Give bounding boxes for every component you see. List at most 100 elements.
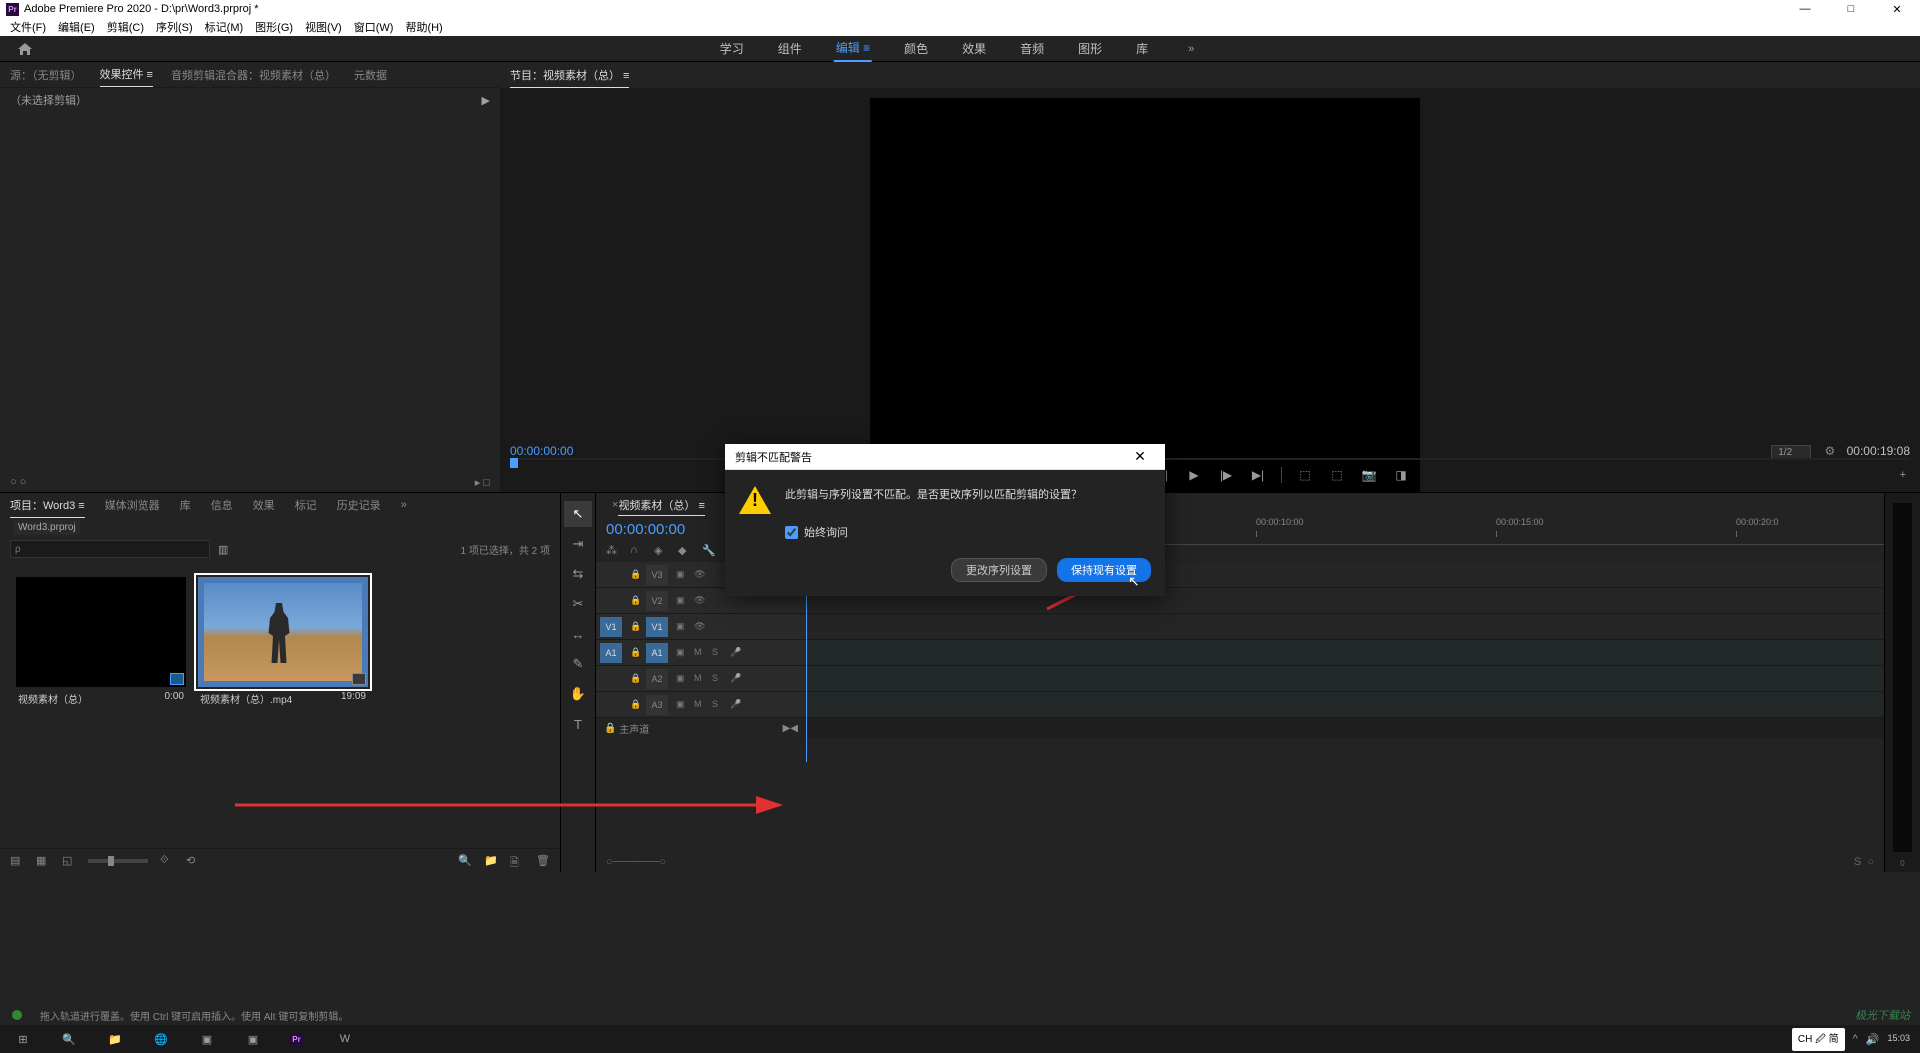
project-item-sequence[interactable]: 视频素材（总） 0:00 [16,577,186,710]
tray-volume-icon[interactable]: 🔊 [1866,1033,1880,1046]
home-button[interactable] [0,36,50,62]
selection-tool[interactable]: ↖ [564,501,592,527]
tab-history[interactable]: 历史记录 [337,493,381,517]
tab-markers[interactable]: 标记 [295,493,317,517]
project-filename[interactable]: Word3.prproj [14,520,80,535]
workspace-learning[interactable]: 学习 [718,36,746,61]
snap-button[interactable]: ⁂ [606,544,620,558]
track-head-a2[interactable]: 🔒 A2 ▣MS🎤 [596,666,806,692]
source-tools[interactable]: ▸ □ [475,476,490,489]
close-button[interactable]: ✕ [1874,0,1920,18]
step-fwd-button[interactable]: |▶ [1217,466,1235,484]
slip-tool[interactable]: ↔ [564,621,592,647]
linked-selection-button[interactable]: ∩ [630,544,644,558]
menu-sequence[interactable]: 序列(S) [150,19,199,35]
menu-graphics[interactable]: 图形(G) [249,19,299,35]
icon-view-button[interactable]: ▦ [36,854,50,868]
project-search-input[interactable] [10,540,210,558]
workspace-color[interactable]: 颜色 [902,36,930,61]
menu-window[interactable]: 窗口(W) [348,19,400,35]
button-editor[interactable]: + [1900,469,1906,481]
dialog-close-button[interactable]: ✕ [1125,448,1155,465]
export-frame-button[interactable]: 📷 [1360,466,1378,484]
program-timecode-current[interactable]: 00:00:00:00 [510,444,573,458]
new-bin-button[interactable]: 📁 [484,854,498,868]
maximize-button[interactable]: □ [1828,0,1874,18]
tab-audio-mixer[interactable]: 音频剪辑混合器：视频素材（总） [171,63,336,87]
track-head-v1[interactable]: V1🔒 V1 ▣👁 [596,614,806,640]
freeform-view-button[interactable]: ◱ [62,854,76,868]
ripple-edit-tool[interactable]: ⇆ [564,561,592,587]
menu-view[interactable]: 视图(V) [299,19,348,35]
delete-button[interactable]: 🗑 [536,854,550,868]
timeline-zoom-in[interactable]: ○ [1867,856,1874,868]
lift-button[interactable]: ⬚ [1296,466,1314,484]
tab-effect-controls[interactable]: 效果控件 ≡ [100,62,153,87]
program-settings-icon[interactable]: ⚙ [1824,444,1835,458]
track-lane-v1[interactable] [806,614,1884,640]
menu-clip[interactable]: 剪辑(C) [101,19,150,35]
pen-tool[interactable]: ✎ [564,651,592,677]
workspace-graphics[interactable]: 图形 [1076,36,1104,61]
minimize-button[interactable]: — [1782,0,1828,18]
razor-tool[interactable]: ✂ [564,591,592,617]
task-premiere[interactable]: Pr [276,1025,322,1053]
expand-icon[interactable]: ▶ [482,94,490,107]
task-word[interactable]: W [322,1025,368,1053]
track-lane-a3[interactable] [806,692,1884,718]
settings-button[interactable]: ◆ [678,544,692,558]
change-sequence-button[interactable]: 更改序列设置 [951,558,1047,582]
workspace-assembly[interactable]: 组件 [776,36,804,61]
play-button[interactable]: ▶ [1185,466,1203,484]
timeline-zoom-out[interactable]: S [1854,856,1861,868]
find-button[interactable]: 🔍 [458,854,472,868]
hand-tool[interactable]: ✋ [564,681,592,707]
new-item-button[interactable]: 🗎 [510,854,524,868]
marker-button[interactable]: ◈ [654,544,668,558]
task-explorer[interactable]: 📁 [92,1025,138,1053]
menu-markers[interactable]: 标记(M) [199,19,250,35]
tab-overflow[interactable]: » [401,495,407,515]
keep-settings-button[interactable]: 保持现有设置 [1057,558,1151,582]
audio-meter[interactable]: 0 [1884,493,1920,872]
track-head-master[interactable]: 🔒 主声道 ▶◀ [596,718,806,738]
task-app2[interactable]: ▣ [230,1025,276,1053]
menu-help[interactable]: 帮助(H) [399,19,448,35]
go-out-button[interactable]: ▶| [1249,466,1267,484]
timeline-scroll[interactable]: ○──────○ [606,856,666,868]
project-item-video[interactable]: 视频素材（总）.mp4 19:09 [198,577,368,710]
source-timecode-toggle[interactable]: ○ ○ [10,476,26,488]
tab-program[interactable]: 节目：视频素材（总） ≡ [510,63,629,88]
extract-button[interactable]: ⬚ [1328,466,1346,484]
tab-metadata[interactable]: 元数据 [354,63,387,87]
menu-edit[interactable]: 编辑(E) [52,19,101,35]
sort-button[interactable]: ⟐ [160,854,174,868]
workspace-effects[interactable]: 效果 [960,36,988,61]
ime-indicator[interactable]: CH 🖉 简 [1792,1028,1845,1051]
task-app[interactable]: ▣ [184,1025,230,1053]
menu-file[interactable]: 文件(F) [4,19,52,35]
list-view-button[interactable]: ▤ [10,854,24,868]
workspace-library[interactable]: 库 [1134,36,1150,61]
system-clock[interactable]: 15:03 [1887,1034,1910,1044]
workspace-editing[interactable]: 编辑 ≡ [834,35,872,62]
program-playhead[interactable] [510,458,518,468]
automate-button[interactable]: ⟲ [186,854,200,868]
tab-libraries[interactable]: 库 [180,493,191,517]
program-ruler[interactable] [510,458,1910,460]
start-button[interactable]: ⊞ [0,1025,46,1053]
wrench-button[interactable]: 🔧 [702,544,716,558]
track-lane-a1[interactable] [806,640,1884,666]
workspace-more[interactable]: » [1180,39,1202,59]
tab-project[interactable]: 项目：Word3 ≡ [10,493,85,518]
tab-info[interactable]: 信息 [211,493,233,517]
task-search[interactable]: 🔍 [46,1025,92,1053]
type-tool[interactable]: T [564,711,592,737]
track-head-a1[interactable]: A1🔒 A1 ▣MS🎤 [596,640,806,666]
track-lane-a2[interactable] [806,666,1884,692]
workspace-audio[interactable]: 音频 [1018,36,1046,61]
tab-effects[interactable]: 效果 [253,493,275,517]
filter-bin-icon[interactable]: ▥ [218,543,228,556]
tray-up-icon[interactable]: ^ [1853,1033,1858,1045]
thumbnail-size-slider[interactable] [88,859,148,863]
